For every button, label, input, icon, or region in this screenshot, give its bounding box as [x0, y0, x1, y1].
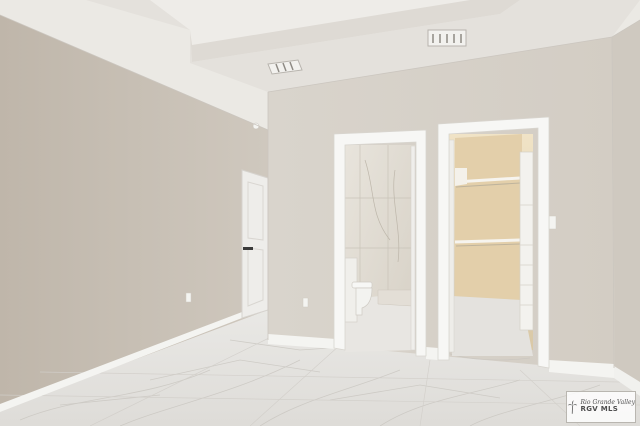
wall-outlet-back	[302, 297, 309, 308]
left-door-handle	[243, 247, 253, 250]
room-illustration	[0, 0, 640, 426]
light-switch	[548, 215, 557, 230]
back-baseboard-mid	[426, 347, 438, 360]
watermark-line2: RGV MLS	[580, 405, 619, 414]
closet-door-edge	[448, 139, 455, 353]
mls-watermark: Rio Grande Valley RGV MLS	[566, 391, 636, 423]
right-wall	[612, 20, 640, 395]
closet-drawer-unit	[519, 151, 534, 331]
closet-back-wall	[455, 134, 522, 300]
wall-outlet-left	[185, 292, 192, 303]
palm-tree-icon	[567, 400, 578, 414]
closet-upper-shelf-bracket	[455, 168, 467, 186]
bathroom-door-edge	[410, 145, 416, 351]
bathroom-vanity	[344, 257, 358, 323]
shower-curb	[377, 289, 413, 307]
left-door	[241, 169, 269, 319]
ceiling-vent-right	[427, 29, 467, 47]
bedroom-photo: Rio Grande Valley RGV MLS	[0, 0, 640, 426]
